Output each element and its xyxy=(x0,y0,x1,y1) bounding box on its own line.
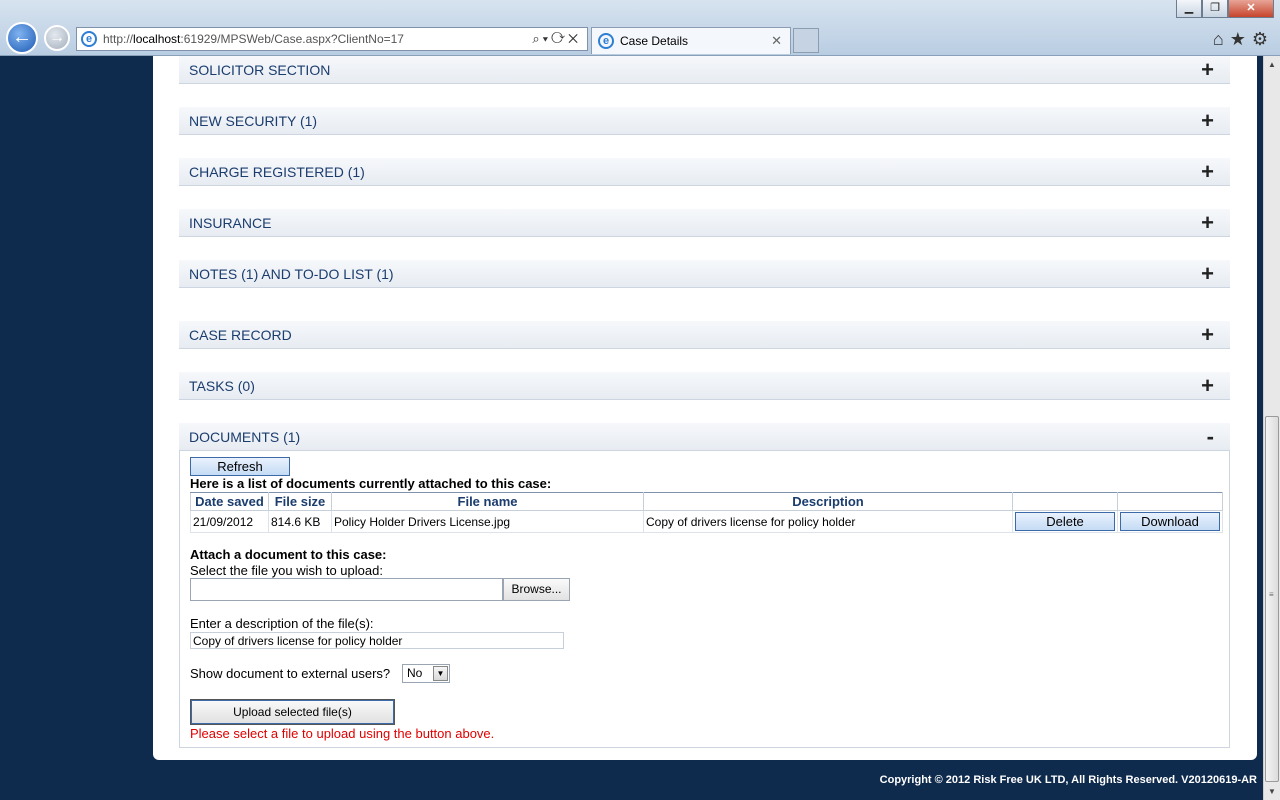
file-path-input[interactable] xyxy=(190,578,503,601)
documents-list-heading: Here is a list of documents currently at… xyxy=(190,476,552,491)
section-title: INSURANCE xyxy=(189,215,272,231)
footer-copyright: Copyright © 2012 Risk Free UK LTD, All R… xyxy=(879,774,1257,786)
section-title: DOCUMENTS (1) xyxy=(189,429,301,445)
minimize-icon[interactable]: ▁ xyxy=(1176,0,1202,18)
window-controls: ▁ ❐ ✕ xyxy=(1176,0,1274,18)
gear-icon[interactable]: ⚙ xyxy=(1252,29,1274,49)
address-bar[interactable]: e http://localhost:61929/MPSWeb/Case.asp… xyxy=(76,27,588,51)
expand-icon[interactable]: + xyxy=(1201,321,1214,349)
section-tasks[interactable]: TASKS (0) + xyxy=(179,372,1230,400)
section-case-record[interactable]: CASE RECORD + xyxy=(179,321,1230,349)
section-new-security[interactable]: NEW SECURITY (1) + xyxy=(179,107,1230,135)
tab-case-details[interactable]: e Case Details ✕ xyxy=(591,27,791,54)
expand-icon[interactable]: + xyxy=(1201,260,1214,288)
scrollbar-thumb[interactable]: ≡ xyxy=(1265,416,1279,782)
cell-delete: Delete xyxy=(1012,510,1118,533)
section-documents[interactable]: DOCUMENTS (1) - xyxy=(179,423,1230,451)
description-input[interactable] xyxy=(190,632,564,649)
vertical-scrollbar[interactable]: ▲ ≡ ▼ xyxy=(1263,56,1280,800)
browse-button[interactable]: Browse... xyxy=(503,578,570,601)
back-button[interactable]: ← xyxy=(6,22,38,54)
external-users-select[interactable]: No ▼ xyxy=(402,664,450,683)
cell-date-saved: 21/09/2012 xyxy=(190,510,269,533)
url-host: localhost xyxy=(133,32,181,46)
section-title: NEW SECURITY (1) xyxy=(189,113,318,129)
section-title: CHARGE REGISTERED (1) xyxy=(189,164,365,180)
cell-file-name: Policy Holder Drivers License.jpg xyxy=(331,510,644,533)
section-title: CASE RECORD xyxy=(189,327,292,343)
expand-icon[interactable]: + xyxy=(1201,158,1214,186)
close-tab-icon[interactable]: ✕ xyxy=(771,33,782,49)
ie-icon: e xyxy=(598,33,614,49)
section-charge-registered[interactable]: CHARGE REGISTERED (1) + xyxy=(179,158,1230,186)
section-title: NOTES (1) AND TO-DO LIST (1) xyxy=(189,266,394,282)
delete-button[interactable]: Delete xyxy=(1015,512,1115,531)
upload-button[interactable]: Upload selected file(s) xyxy=(190,699,395,725)
column-header-file-size: File size xyxy=(268,492,332,511)
table-row: 21/09/2012 814.6 KB Policy Holder Driver… xyxy=(190,510,1223,533)
maximize-icon[interactable]: ❐ xyxy=(1202,0,1228,18)
home-icon[interactable]: ⌂ xyxy=(1213,29,1230,49)
expand-icon[interactable]: + xyxy=(1201,372,1214,400)
scroll-down-icon[interactable]: ▼ xyxy=(1264,783,1280,800)
expand-icon[interactable]: + xyxy=(1201,107,1214,135)
table-header-row: Date saved File size File name Descripti… xyxy=(190,492,1223,511)
favorites-icon[interactable]: ★ xyxy=(1230,29,1252,49)
column-header-file-name: File name xyxy=(331,492,644,511)
external-users-label: Show document to external users? xyxy=(190,666,391,681)
cell-download: Download xyxy=(1117,510,1223,533)
collapse-icon[interactable]: - xyxy=(1207,423,1214,451)
expand-icon[interactable]: + xyxy=(1201,56,1214,84)
section-insurance[interactable]: INSURANCE + xyxy=(179,209,1230,237)
section-title: TASKS (0) xyxy=(189,378,255,394)
chevron-down-icon[interactable]: ▼ xyxy=(433,666,448,681)
grip-icon: ≡ xyxy=(1269,590,1274,599)
page-content: SOLICITOR SECTION + NEW SECURITY (1) + C… xyxy=(153,56,1257,760)
description-label: Enter a description of the file(s): xyxy=(190,616,374,631)
new-tab-button[interactable] xyxy=(793,28,819,53)
cell-file-size: 814.6 KB xyxy=(268,510,332,533)
section-solicitor[interactable]: SOLICITOR SECTION + xyxy=(179,56,1230,84)
section-title: SOLICITOR SECTION xyxy=(189,62,331,78)
browser-chrome: ▁ ❐ ✕ ← → e http://localhost:61929/MPSWe… xyxy=(0,0,1280,56)
upload-error-message: Please select a file to upload using the… xyxy=(190,726,495,741)
section-notes[interactable]: NOTES (1) AND TO-DO LIST (1) + xyxy=(179,260,1230,288)
ie-icon: e xyxy=(81,31,97,47)
external-users-value: No xyxy=(407,666,423,680)
refresh-button[interactable]: Refresh xyxy=(190,457,290,476)
column-header-download xyxy=(1117,492,1223,511)
documents-table: Date saved File size File name Descripti… xyxy=(190,492,1223,533)
url-prefix: http:// xyxy=(103,32,134,46)
address-tools-icon[interactable]: ⌕▾⟳✕ xyxy=(532,31,581,47)
attach-heading: Attach a document to this case: xyxy=(190,547,387,562)
close-window-icon[interactable]: ✕ xyxy=(1228,0,1274,18)
url-rest: :61929/MPSWeb/Case.aspx?ClientNo=17 xyxy=(180,32,404,46)
download-button[interactable]: Download xyxy=(1120,512,1220,531)
scroll-up-icon[interactable]: ▲ xyxy=(1264,56,1280,73)
documents-panel: Refresh Here is a list of documents curr… xyxy=(179,451,1230,748)
column-header-description: Description xyxy=(643,492,1013,511)
forward-button[interactable]: → xyxy=(44,25,70,51)
browser-toolbar-icons: ⌂★⚙ xyxy=(1213,29,1274,50)
cell-description: Copy of drivers license for policy holde… xyxy=(643,510,1013,533)
select-file-label: Select the file you wish to upload: xyxy=(190,563,383,578)
column-header-delete xyxy=(1012,492,1118,511)
expand-icon[interactable]: + xyxy=(1201,209,1214,237)
tab-title: Case Details xyxy=(620,34,689,48)
column-header-date-saved: Date saved xyxy=(190,492,269,511)
